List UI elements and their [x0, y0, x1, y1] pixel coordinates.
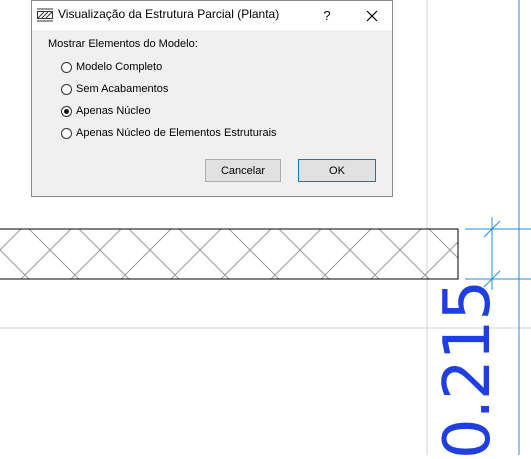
option-apenas-nucleo-estruturais[interactable]: Apenas Núcleo de Elementos Estruturais — [61, 125, 277, 141]
ok-button[interactable]: OK — [298, 159, 376, 182]
option-label[interactable]: Apenas Núcleo — [76, 105, 151, 117]
dimension-value[interactable]: 0.215 — [431, 281, 505, 459]
radio-button[interactable] — [61, 61, 72, 73]
option-sem-acabamentos[interactable]: Sem Acabamentos — [61, 81, 168, 97]
model-elements-label: Mostrar Elementos do Modelo: — [48, 38, 198, 50]
radio-button[interactable] — [61, 83, 72, 95]
option-label[interactable]: Modelo Completo — [76, 61, 162, 73]
option-apenas-nucleo[interactable]: Apenas Núcleo — [61, 103, 151, 119]
radio-button-selected[interactable] — [61, 105, 72, 117]
radio-button[interactable] — [61, 127, 72, 139]
dialog-titlebar[interactable]: Visualização da Estrutura Parcial (Plant… — [32, 1, 392, 30]
dialog-title: Visualização da Estrutura Parcial (Plant… — [58, 7, 280, 21]
structure-hatch-icon — [37, 8, 53, 22]
help-button[interactable]: ? — [312, 1, 342, 30]
option-label[interactable]: Apenas Núcleo de Elementos Estruturais — [76, 127, 277, 139]
wall-core — [0, 228, 459, 280]
close-button[interactable] — [352, 1, 392, 30]
close-icon — [366, 10, 378, 21]
option-modelo-completo[interactable]: Modelo Completo — [61, 59, 162, 75]
partial-structure-dialog: Visualização da Estrutura Parcial (Plant… — [31, 0, 393, 197]
option-label[interactable]: Sem Acabamentos — [76, 83, 168, 95]
dimension-text[interactable]: 0.215 — [431, 281, 505, 459]
cancel-button[interactable]: Cancelar — [205, 159, 281, 182]
